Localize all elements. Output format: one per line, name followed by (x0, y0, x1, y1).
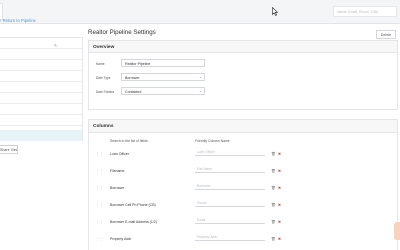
columns-header: Columns (89, 120, 397, 133)
trash-icon[interactable]: 🗑 (271, 152, 276, 156)
friendly-name-input[interactable]: Borrower (195, 184, 265, 190)
sidebar-panel: ⇱ (0, 37, 83, 141)
column-field-name: Property Addr (110, 236, 132, 241)
friendly-name-input[interactable]: Phone (195, 201, 265, 207)
name-label: Name (96, 62, 105, 66)
column-field-name: Filename (110, 168, 125, 173)
column-row: ⋮⋮ Borrower Borrower 🗑 ✖ (89, 181, 297, 195)
sidebar-item[interactable] (0, 115, 82, 126)
columns-heading: Columns (93, 124, 114, 129)
page-title: Realtor Pipeline Settings (88, 29, 156, 36)
column-field-name: Loan Officer (110, 151, 130, 156)
global-search-input[interactable]: Name, Email, Phone, DBA (333, 6, 397, 17)
sidebar-item[interactable] (0, 82, 82, 93)
trash-icon[interactable]: 🗑 (271, 220, 276, 224)
remove-column-icon[interactable]: ✖ (278, 186, 281, 190)
column-field-name: Borrower Cell Ph Phone (CB) (110, 202, 156, 207)
remove-column-icon[interactable]: ✖ (278, 169, 281, 173)
friendly-name-header: Friendly Column Name (195, 139, 230, 143)
expand-icon[interactable]: ⇱ (54, 43, 57, 48)
return-to-pipeline-label: Return to Pipeline (2, 18, 36, 23)
sidebar-item[interactable]: ⇱ (0, 38, 82, 49)
trash-icon[interactable]: 🗑 (271, 186, 276, 190)
top-bar: Name, Email, Phone, DBA (0, 0, 400, 24)
date-type-value: Borrower (125, 75, 140, 80)
overview-heading: Overview (93, 44, 115, 50)
remove-column-icon[interactable]: ✖ (278, 237, 281, 241)
column-row: ⋮⋮ Filename File Name 🗑 ✖ (89, 164, 297, 178)
column-field-name: Borrower (110, 185, 125, 190)
name-input[interactable]: Realtor Pipeline (121, 59, 205, 67)
sidebar-item[interactable] (0, 71, 82, 82)
column-row: ⋮⋮ Property Addr Property Addr 🗑 ✖ (89, 232, 297, 246)
date-folders-value: Contacted (125, 89, 142, 94)
name-value: Realtor Pipeline (125, 61, 151, 66)
column-field-name: Borrower E-mail Address (1/2) (110, 219, 157, 224)
drag-handle-icon[interactable]: ⋮⋮ (96, 237, 103, 241)
remove-column-icon[interactable]: ✖ (278, 203, 281, 207)
date-type-label: Date Type (96, 76, 111, 80)
friendly-name-input[interactable]: Email (195, 218, 265, 224)
delete-button[interactable]: Delete (376, 30, 396, 39)
sidebar-item[interactable] (0, 49, 82, 60)
chevron-down-icon: ⌄ (198, 89, 202, 93)
drag-handle-icon[interactable]: ⋮⋮ (96, 152, 103, 156)
date-folders-label: Date Folders (96, 90, 115, 94)
drag-handle-icon[interactable]: ⋮⋮ (96, 169, 103, 173)
drag-handle-icon[interactable]: ⋮⋮ (96, 220, 103, 224)
sidebar-item[interactable] (0, 104, 82, 115)
chevron-left-icon: ‹ (0, 18, 2, 23)
column-row: ⋮⋮ Loan Officer Loan Officer 🗑 ✖ (89, 147, 297, 161)
columns-section: Columns Search in the list of fields Fri… (88, 119, 398, 250)
help-tab[interactable] (394, 222, 400, 240)
friendly-name-input[interactable]: File Name (195, 167, 265, 173)
share-view-button[interactable]: Share View (0, 145, 18, 154)
trash-icon[interactable]: 🗑 (271, 203, 276, 207)
column-row: ⋮⋮ Borrower E-mail Address (1/2) Email 🗑… (89, 215, 297, 229)
mouse-cursor-icon (272, 7, 278, 16)
overview-header: Overview (89, 41, 397, 53)
date-folders-select[interactable]: Contacted ⌄ (121, 87, 205, 95)
date-type-select[interactable]: Borrower ⌄ (121, 73, 205, 81)
sidebar-item[interactable] (0, 60, 82, 71)
friendly-name-input[interactable]: Property Addr (195, 235, 265, 241)
return-to-pipeline-link[interactable]: ‹ Return to Pipeline (0, 18, 36, 23)
trash-icon[interactable]: 🗑 (271, 237, 276, 241)
remove-column-icon[interactable]: ✖ (278, 220, 281, 224)
overview-section: Overview Name Realtor Pipeline Date Type… (88, 40, 398, 110)
chevron-down-icon: ⌄ (198, 75, 202, 79)
column-row: ⋮⋮ Borrower Cell Ph Phone (CB) Phone 🗑 ✖ (89, 198, 297, 212)
drag-handle-icon[interactable]: ⋮⋮ (96, 203, 103, 207)
friendly-name-input[interactable]: Loan Officer (195, 150, 265, 156)
drag-handle-icon[interactable]: ⋮⋮ (96, 186, 103, 190)
remove-column-icon[interactable]: ✖ (278, 152, 281, 156)
sidebar-item-selected[interactable] (0, 130, 82, 141)
trash-icon[interactable]: 🗑 (271, 169, 276, 173)
search-fields-header: Search in the list of fields (110, 139, 148, 143)
sidebar-item[interactable] (0, 93, 82, 104)
